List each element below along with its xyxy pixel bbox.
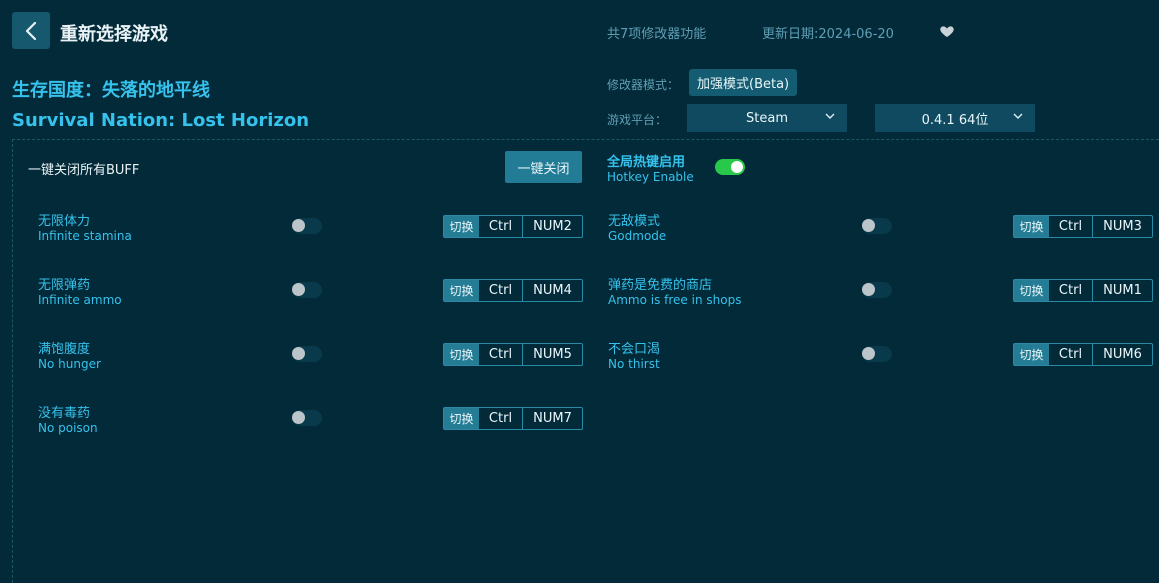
num-key-label: NUM5 [533,347,572,362]
num-key-label: NUM2 [533,219,572,234]
toggle-knob [862,219,875,232]
chevron-down-icon [1013,113,1023,119]
cheat-name-en: No poison [38,421,98,435]
cheat-name-en: No hunger [38,357,101,371]
toggle-knob [292,411,305,424]
version-select[interactable]: 0.4.1 64位 [875,104,1035,132]
switch-key-label: 切换 [444,280,479,301]
hotkey-combo[interactable]: 切换 Ctrl NUM3 [1013,215,1153,238]
chevron-down-icon [825,113,835,119]
page-title: 重新选择游戏 [60,24,168,45]
num-key-label: NUM1 [1103,283,1142,298]
num-key-label: NUM4 [533,283,572,298]
cheat-toggle[interactable] [862,218,892,234]
heart-icon [940,26,954,37]
close-all-button[interactable]: 一键关闭 [505,151,582,183]
num-key-label: NUM3 [1103,219,1142,234]
cheat-name-en: Ammo is free in shops [608,293,742,307]
hotkey-enable-label-cn: 全局热键启用 [607,155,686,170]
toggle-knob [731,161,743,173]
toggle-knob [292,219,305,232]
update-date: 更新日期:2024-06-20 [762,27,894,42]
hotkey-combo[interactable]: 切换 Ctrl NUM7 [443,407,583,430]
cheat-name-en: No thirst [608,357,660,371]
switch-key-label: 切换 [1014,280,1049,301]
cheat-name-cn: 弹药是免费的商店 [608,278,713,293]
cheat-name-en: Infinite ammo [38,293,122,307]
cheat-name-cn: 没有毒药 [38,406,91,421]
close-all-buff-label: 一键关闭所有BUFF [28,163,140,178]
num-key-label: NUM7 [533,411,572,426]
ctrl-key-label: Ctrl [1049,280,1093,301]
ctrl-key-label: Ctrl [479,344,523,365]
cheat-toggle[interactable] [292,410,322,426]
mode-badge[interactable]: 加强模式(Beta) [689,69,798,96]
hotkey-enable-toggle[interactable] [715,159,745,175]
version-select-value: 0.4.1 64位 [921,112,989,128]
cheat-toggle[interactable] [862,282,892,298]
platform-select[interactable]: Steam [687,104,847,132]
mode-label: 修改器模式： [607,78,680,92]
switch-key-label: 切换 [444,216,479,237]
hotkey-combo[interactable]: 切换 Ctrl NUM6 [1013,343,1153,366]
cheat-name-en: Godmode [608,229,667,243]
game-title-english: Survival Nation: Lost Horizon [12,110,310,131]
toggle-knob [292,347,305,360]
hotkey-enable-label-en: Hotkey Enable [607,170,694,184]
cheat-toggle[interactable] [292,218,322,234]
ctrl-key-label: Ctrl [1049,344,1093,365]
hotkey-combo[interactable]: 切换 Ctrl NUM2 [443,215,583,238]
ctrl-key-label: Ctrl [479,280,523,301]
ctrl-key-label: Ctrl [479,216,523,237]
switch-key-label: 切换 [444,344,479,365]
cheat-panel [12,139,1159,583]
cheat-toggle[interactable] [292,282,322,298]
platform-select-value: Steam [746,110,788,126]
toggle-knob [862,347,875,360]
ctrl-key-label: Ctrl [1049,216,1093,237]
cheat-name-cn: 不会口渴 [608,342,661,357]
cheat-name-en: Infinite stamina [38,229,132,243]
toggle-knob [862,283,875,296]
cheat-toggle[interactable] [292,346,322,362]
num-key-label: NUM6 [1103,347,1142,362]
switch-key-label: 切换 [444,408,479,429]
ctrl-key-label: Ctrl [479,408,523,429]
switch-key-label: 切换 [1014,216,1049,237]
switch-key-label: 切换 [1014,344,1049,365]
cheat-toggle[interactable] [862,346,892,362]
hotkey-combo[interactable]: 切换 Ctrl NUM1 [1013,279,1153,302]
back-button[interactable] [12,12,50,49]
game-title-chinese: 生存国度：失落的地平线 [12,80,210,101]
chevron-left-icon [25,21,37,40]
favorite-button[interactable] [939,23,955,39]
hotkey-combo[interactable]: 切换 Ctrl NUM4 [443,279,583,302]
cheat-name-cn: 无敌模式 [608,214,661,229]
hotkey-combo[interactable]: 切换 Ctrl NUM5 [443,343,583,366]
cheat-name-cn: 无限体力 [38,214,91,229]
toggle-knob [292,283,305,296]
platform-label: 游戏平台： [607,113,668,127]
cheat-name-cn: 满饱腹度 [38,342,91,357]
feature-count: 共7项修改器功能 [607,27,707,42]
cheat-name-cn: 无限弹药 [38,278,91,293]
